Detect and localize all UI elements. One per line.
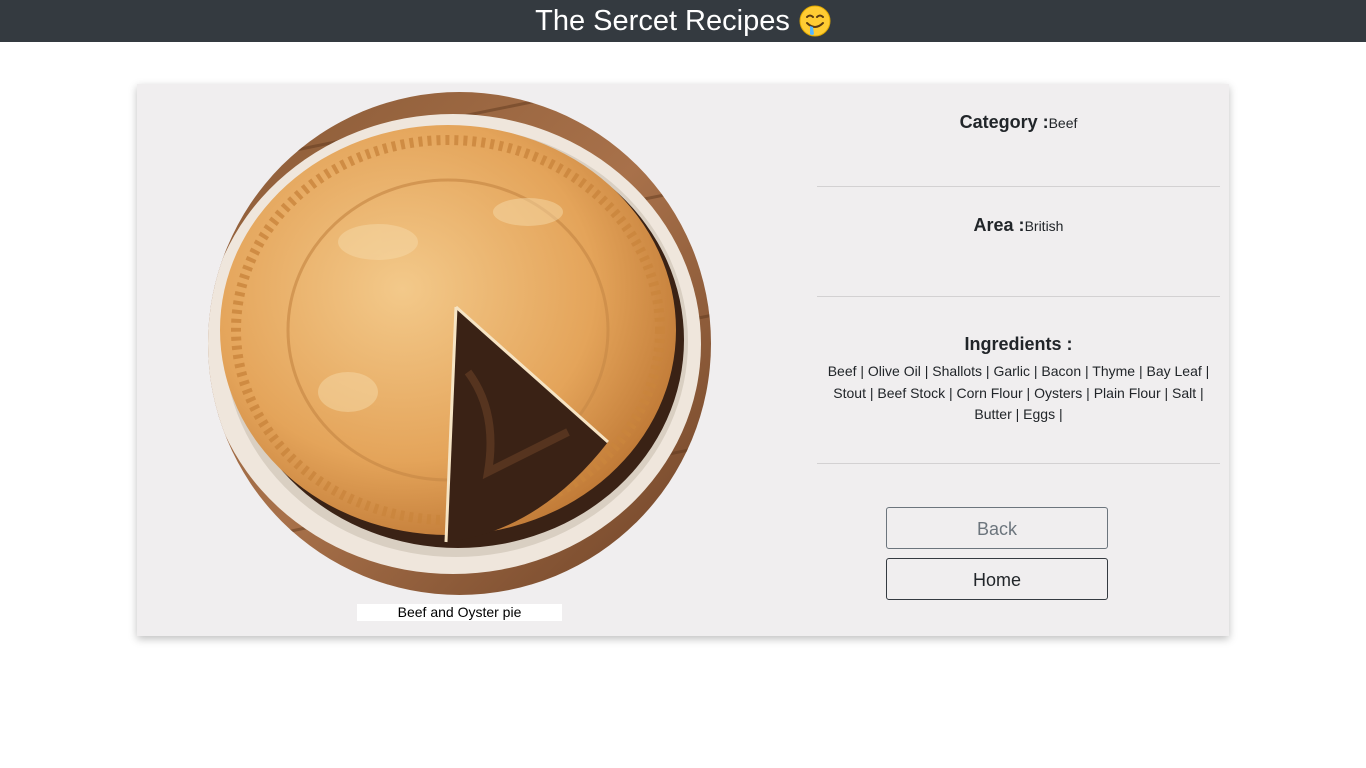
site-title-text: The Sercet Recipes	[535, 5, 790, 37]
ingredients-row: Ingredients : Beef | Olive Oil | Shallot…	[817, 297, 1220, 464]
area-value: British	[1024, 218, 1064, 234]
recipe-name-caption: Beef and Oyster pie	[357, 604, 562, 621]
home-button[interactable]: Home	[886, 558, 1108, 600]
area-label: Area :	[973, 215, 1025, 235]
recipe-photo	[208, 92, 711, 595]
back-button[interactable]: Back	[886, 507, 1108, 549]
category-label: Category :	[959, 112, 1049, 132]
ingredients-list: Beef | Olive Oil | Shallots | Garlic | B…	[827, 363, 1210, 422]
navbar: The Sercet Recipes	[0, 0, 1366, 42]
site-title: The Sercet Recipes	[535, 4, 831, 38]
recipe-card: Beef and Oyster pie Category :Beef Area …	[137, 84, 1229, 636]
area-row: Area :British	[817, 187, 1220, 297]
category-value: Beef	[1048, 115, 1078, 131]
drooling-face-icon	[799, 5, 831, 37]
recipe-info-panel: Category :Beef Area :British Ingredients…	[817, 84, 1220, 464]
category-row: Category :Beef	[817, 84, 1220, 187]
ingredients-label: Ingredients :	[964, 334, 1073, 354]
